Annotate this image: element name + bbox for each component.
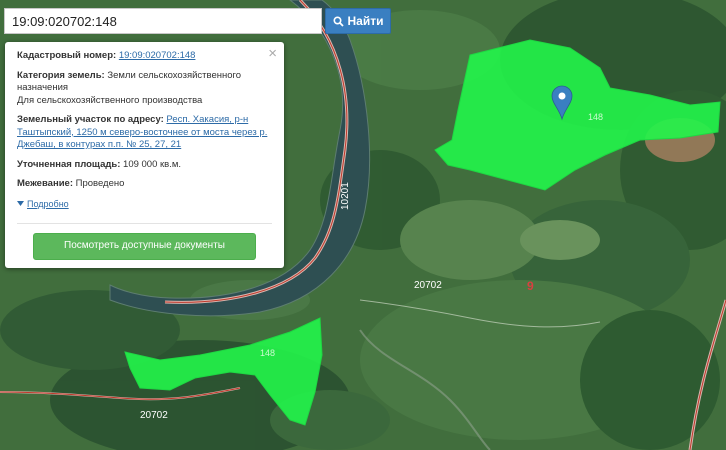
category-row: Категория земель: Земли сельскохозяйстве… [17,70,274,108]
more-link[interactable]: Подробно [17,198,274,211]
survey-row: Межевание: Проведено [17,178,274,191]
parcel-bottom-label: 148 [260,348,275,358]
cadastral-row: Кадастровый номер: 19:09:020702:148 [17,50,274,63]
cadastral-label: Кадастровый номер: [17,50,117,61]
area-row: Уточненная площадь: 109 000 кв.м. [17,159,274,172]
area-label: Уточненная площадь: [17,158,121,170]
close-icon[interactable]: × [268,46,277,61]
survey-label: Межевание: [17,178,73,189]
caret-down-icon [17,201,24,207]
block-label-mid: 20702 [414,280,442,291]
search-button-label: Найти [347,14,384,28]
search-button[interactable]: Найти [325,8,391,34]
more-link-label: Подробно [27,198,69,209]
road-label: 10201 [340,182,351,210]
category-use-value: Для сельскохозяйственного производства [17,94,203,106]
popup-divider [17,223,272,224]
block-label-bottom: 20702 [140,410,168,421]
parcel-info-popup: × Кадастровый номер: 19:09:020702:148 Ка… [5,42,284,268]
search-input[interactable] [4,8,322,34]
view-documents-button[interactable]: Посмотреть доступные документы [33,233,256,260]
search-icon [332,15,344,27]
parcel-top-label: 148 [588,112,603,122]
cadastral-link[interactable]: 19:09:020702:148 [119,50,196,61]
address-row: Земельный участок по адресу: Респ. Хакас… [17,114,274,152]
category-label: Категория земель: [17,69,105,81]
address-label: Земельный участок по адресу: [17,114,164,125]
area-value: 109 000 кв.м. [123,158,182,170]
survey-value: Проведено [75,178,125,189]
number-label: 9 [527,279,534,293]
